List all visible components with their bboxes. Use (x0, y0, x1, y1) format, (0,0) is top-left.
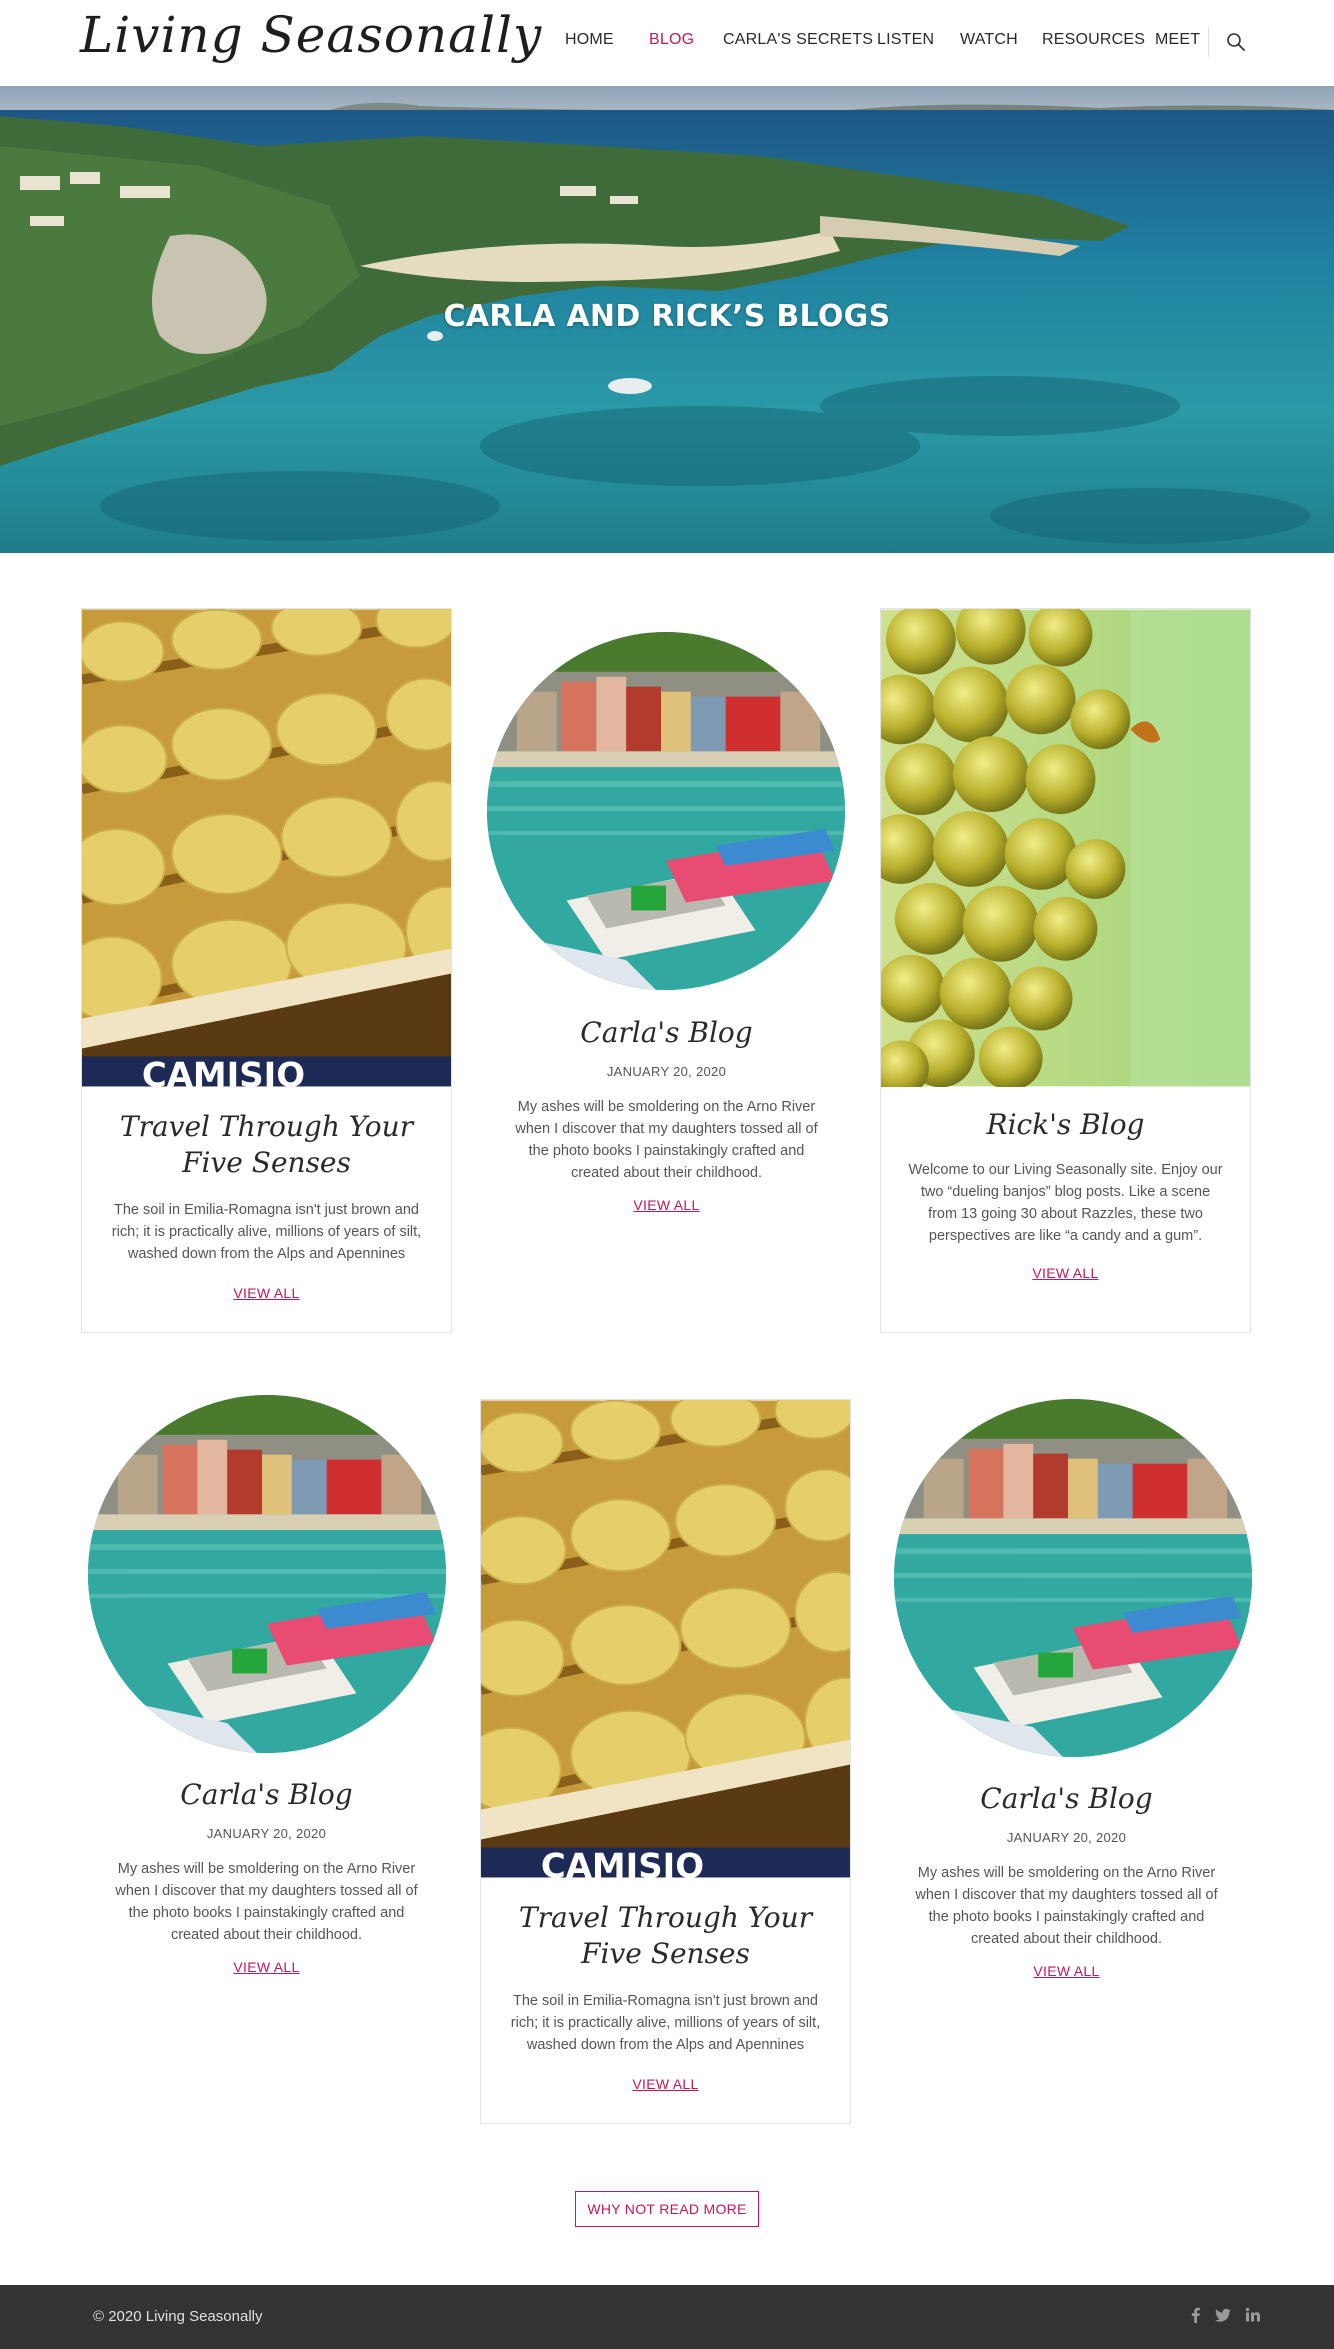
nav-carlas-secrets[interactable]: CARLA'S SECRETS (723, 31, 873, 49)
view-all-link[interactable]: VIEW ALL (233, 1959, 299, 1975)
read-more-button[interactable]: WHY NOT READ MORE (575, 2191, 759, 2227)
card-excerpt: My ashes will be smoldering on the Arno … (915, 1865, 1218, 1947)
card-title[interactable]: Carla's Blog (880, 1781, 1253, 1817)
search-icon[interactable] (1226, 32, 1246, 52)
card-title-line1[interactable]: Travel Through Your (481, 1900, 850, 1936)
view-all-link-container: VIEW ALL (880, 1963, 1253, 1979)
blog-card-rick: Rick's Blog Welcome to our Living Season… (880, 608, 1251, 1333)
card-excerpt: My ashes will be smoldering on the Arno … (115, 1861, 418, 1943)
nav-blog[interactable]: BLOG (649, 31, 694, 49)
card-title[interactable]: Carla's Blog (81, 1777, 452, 1813)
card-excerpt: The soil in Emilia-Romagna isn't just br… (510, 1993, 821, 2053)
cheese-shelves-image[interactable] (481, 1400, 850, 1878)
nav-resources[interactable]: RESOURCES (1042, 31, 1145, 49)
view-all-link-container: VIEW ALL (881, 1265, 1250, 1281)
nav-home[interactable]: HOME (565, 31, 614, 49)
card-excerpt: The soil in Emilia-Romagna isn't just br… (111, 1202, 422, 1262)
harbour-round-image[interactable] (88, 1395, 446, 1753)
view-all-link[interactable]: VIEW ALL (1033, 1963, 1099, 1979)
view-all-link-container: VIEW ALL (481, 2076, 850, 2092)
card-title[interactable]: Rick's Blog (881, 1107, 1250, 1143)
card-title-line2[interactable]: Five Senses (82, 1145, 451, 1181)
view-all-link[interactable]: VIEW ALL (1032, 1265, 1098, 1281)
card-excerpt: My ashes will be smoldering on the Arno … (515, 1099, 818, 1181)
twitter-icon[interactable] (1214, 2306, 1232, 2324)
grapes-image[interactable] (881, 609, 1250, 1087)
blog-card-carla: Carla's Blog JANUARY 20, 2020 My ashes w… (480, 630, 853, 1230)
card-date: JANUARY 20, 2020 (206, 1826, 327, 1841)
copyright-text: © 2020 Living Seasonally (93, 2308, 263, 2325)
card-date: JANUARY 20, 2020 (1006, 1830, 1127, 1845)
hero-title: CARLA AND RICK’S BLOGS (443, 299, 891, 334)
card-title-line1[interactable]: Travel Through Your (82, 1109, 451, 1145)
card-excerpt: Welcome to our Living Seasonally site. E… (908, 1162, 1223, 1244)
nav-watch[interactable]: WATCH (960, 31, 1018, 49)
site-header: Living Seasonally HOME BLOG CARLA'S SECR… (0, 0, 1334, 86)
cheese-shelves-image[interactable] (82, 609, 451, 1087)
view-all-link[interactable]: VIEW ALL (633, 1197, 699, 1213)
blog-card-travel: Travel Through Your Five Senses The soil… (480, 1399, 851, 2124)
view-all-link-container: VIEW ALL (81, 1959, 452, 1975)
blog-card-carla: Carla's Blog JANUARY 20, 2020 My ashes w… (81, 1392, 452, 1992)
facebook-icon[interactable] (1187, 2306, 1205, 2324)
harbour-round-image[interactable] (894, 1399, 1252, 1757)
nav-divider (1208, 27, 1209, 57)
view-all-link-container: VIEW ALL (480, 1197, 853, 1213)
nav-meet[interactable]: MEET (1155, 31, 1200, 49)
view-all-link-container: VIEW ALL (82, 1285, 451, 1301)
blog-card-travel: Travel Through Your Five Senses The soil… (81, 608, 452, 1333)
linkedin-icon[interactable] (1244, 2306, 1262, 2324)
blog-card-carla: Carla's Blog JANUARY 20, 2020 My ashes w… (880, 1396, 1253, 1996)
hero-banner: CARLA AND RICK’S BLOGS (0, 86, 1334, 553)
view-all-link[interactable]: VIEW ALL (233, 1285, 299, 1301)
card-title[interactable]: Carla's Blog (480, 1015, 853, 1051)
card-date: JANUARY 20, 2020 (606, 1064, 727, 1079)
nav-listen[interactable]: LISTEN (877, 31, 934, 49)
main-nav: HOME BLOG CARLA'S SECRETS LISTEN WATCH R… (0, 31, 1334, 55)
harbour-round-image[interactable] (487, 632, 845, 990)
site-footer: © 2020 Living Seasonally (0, 2285, 1334, 2349)
card-title-line2[interactable]: Five Senses (481, 1936, 850, 1972)
view-all-link[interactable]: VIEW ALL (632, 2076, 698, 2092)
